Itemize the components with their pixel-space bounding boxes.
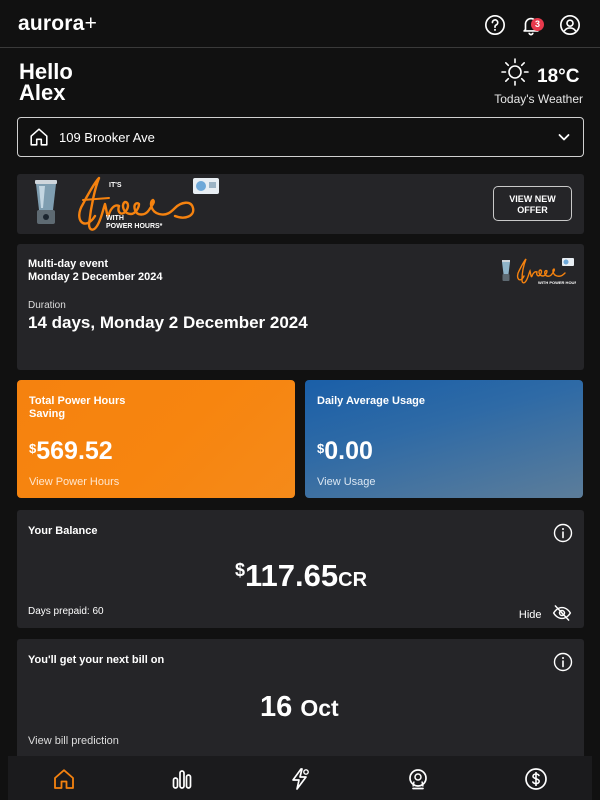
event-card[interactable]: Multi-day event Monday 2 December 2024 D… xyxy=(17,244,584,370)
svg-text:WITH POWER HOURS*: WITH POWER HOURS* xyxy=(538,280,576,285)
view-bill-prediction-link[interactable]: View bill prediction xyxy=(28,735,119,747)
power-hours-bolt-icon[interactable] xyxy=(288,767,312,791)
notification-badge: 3 xyxy=(531,18,544,31)
usage-title: Daily Average Usage xyxy=(317,395,426,407)
next-bill-card: You'll get your next bill on 16 Oct View… xyxy=(17,639,584,759)
address-selector[interactable]: 109 Brooker Ave xyxy=(17,117,584,157)
weather-label: Today's Weather xyxy=(494,92,583,106)
power-hours-title: Total Power Hours Saving xyxy=(29,395,126,420)
usage-card[interactable]: Daily Average Usage $0.00 View Usage xyxy=(305,380,583,498)
rewards-icon[interactable] xyxy=(406,767,430,791)
view-power-hours-link[interactable]: View Power Hours xyxy=(29,476,119,488)
top-bar: aurora+ 3 xyxy=(0,0,600,48)
greeting: Hello Alex xyxy=(19,59,139,105)
hide-label: Hide xyxy=(518,609,542,621)
balance-card: Your Balance $117.65CR Days prepaid: 60 … xyxy=(17,510,584,628)
next-bill-date: 16 Oct xyxy=(260,691,339,723)
greeting-hello: Hello xyxy=(19,59,73,84)
temperature: 18°C xyxy=(537,66,580,87)
promo-with-text: WITH POWER HOURS* xyxy=(106,215,163,230)
view-usage-link[interactable]: View Usage xyxy=(317,476,376,488)
power-hours-value: $569.52 xyxy=(29,437,113,465)
address-value: 109 Brooker Ave xyxy=(59,130,155,145)
bottom-nav xyxy=(8,756,592,800)
greeting-name: Alex xyxy=(19,80,66,105)
usage-bars-icon[interactable] xyxy=(170,767,194,791)
promo-its-text: IT'S xyxy=(109,182,122,189)
days-prepaid: Days prepaid: 60 xyxy=(28,606,104,617)
duration-label: Duration xyxy=(28,300,66,311)
hide-balance-toggle[interactable]: Hide xyxy=(519,603,572,628)
home-icon xyxy=(30,128,48,146)
next-bill-title: You'll get your next bill on xyxy=(28,654,165,666)
info-icon[interactable] xyxy=(553,652,573,672)
free-promo-thumbnail: WITH POWER HOURS* xyxy=(502,258,576,285)
home-icon[interactable] xyxy=(52,767,76,791)
balance-amount: $117.65CR xyxy=(235,558,368,593)
balance-title: Your Balance xyxy=(28,525,98,537)
promo-banner[interactable]: IT'S WITH POWER HOURS* VIEW NEW OFFER xyxy=(17,174,584,234)
info-icon[interactable] xyxy=(553,523,573,543)
help-circle-icon[interactable] xyxy=(484,14,506,36)
aurora-logo: aurora+ xyxy=(18,12,98,35)
event-title: Multi-day event xyxy=(28,258,109,270)
chevron-down-icon xyxy=(558,134,570,141)
duration-value: 14 days, Monday 2 December 2024 xyxy=(28,313,308,332)
eye-off-icon xyxy=(552,605,572,621)
power-hours-card[interactable]: Total Power Hours Saving $569.52 View Po… xyxy=(17,380,295,498)
billing-dollar-icon[interactable] xyxy=(524,767,548,791)
usage-value: $0.00 xyxy=(317,437,373,465)
view-new-offer-button[interactable]: VIEW NEW OFFER xyxy=(493,186,572,221)
event-date: Monday 2 December 2024 xyxy=(28,271,163,283)
user-account-icon[interactable] xyxy=(559,14,581,36)
sun-icon xyxy=(501,58,529,86)
